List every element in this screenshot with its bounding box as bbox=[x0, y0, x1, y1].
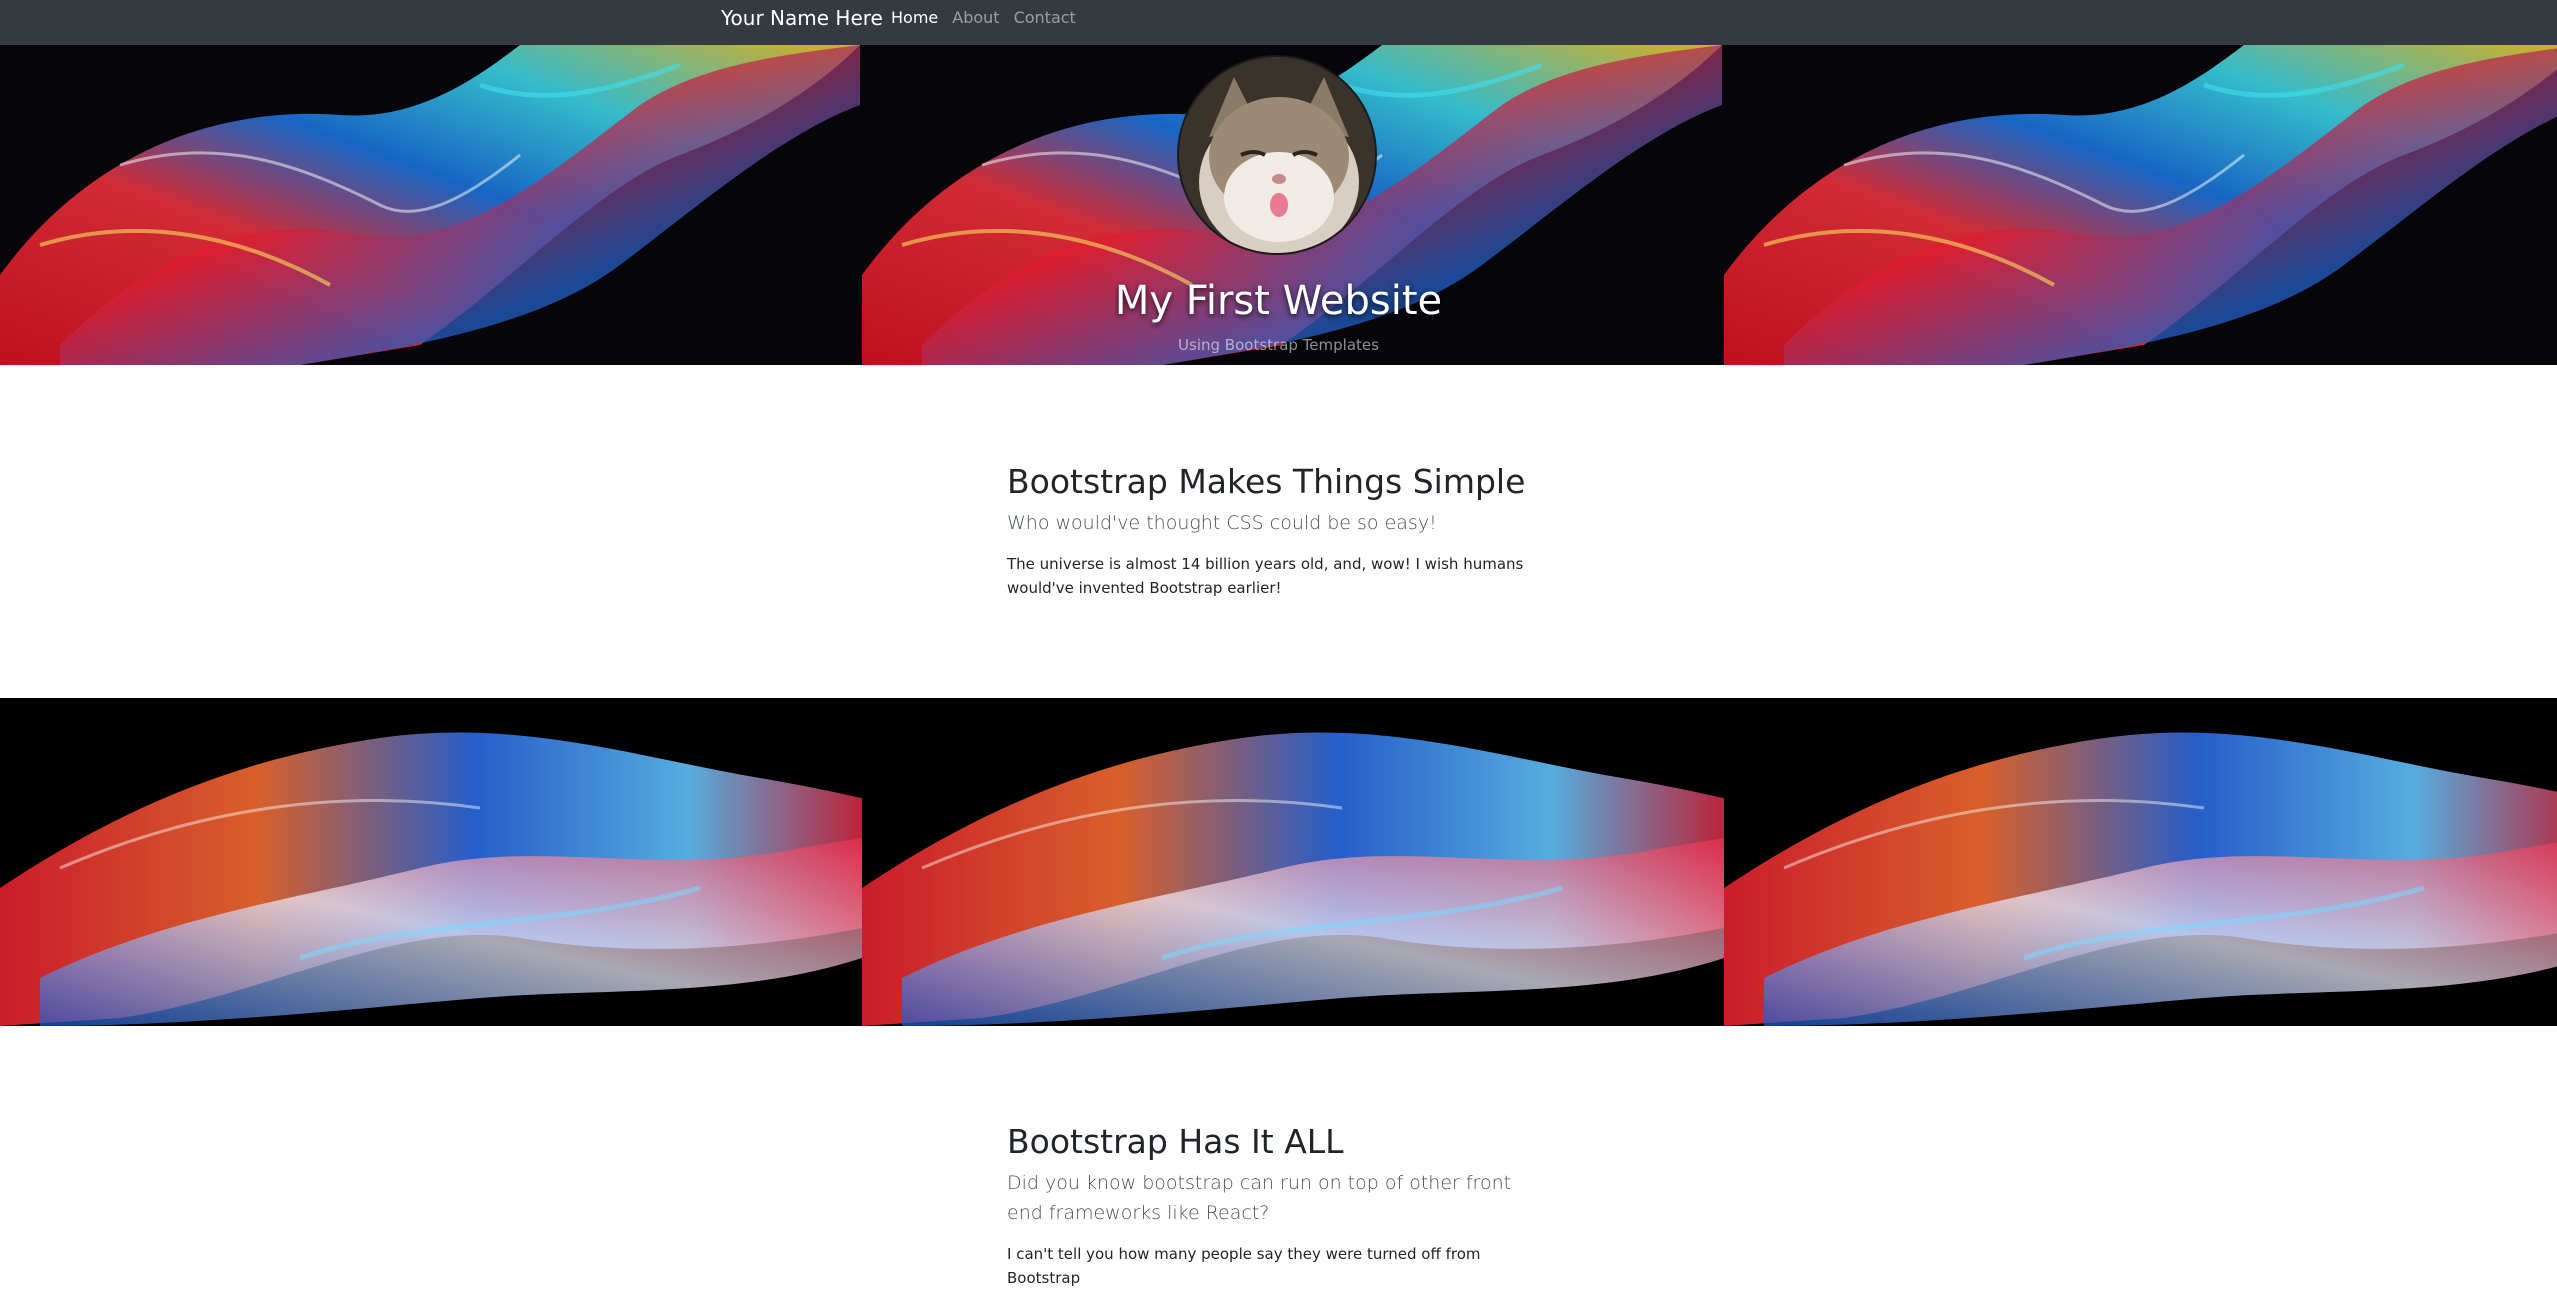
cat-image bbox=[1179, 57, 1375, 253]
divider-banner bbox=[0, 698, 2557, 1026]
section-body: The universe is almost 14 billion years … bbox=[1007, 555, 1524, 597]
nav-links: Home About Contact bbox=[891, 8, 1090, 28]
hero-title: My First Website bbox=[1114, 278, 1443, 324]
hero-subtitle: Using Bootstrap Templates bbox=[1178, 336, 1379, 354]
section-heading: Bootstrap Makes Things Simple bbox=[1007, 462, 1526, 501]
nav-link-about[interactable]: About bbox=[952, 8, 999, 28]
section-heading: Bootstrap Has It ALL bbox=[1007, 1122, 1344, 1161]
nav-link-home[interactable]: Home bbox=[891, 8, 938, 28]
navbar-brand[interactable]: Your Name Here bbox=[721, 6, 883, 30]
top-navbar: Your Name Here Home About Contact bbox=[0, 0, 2557, 45]
profile-avatar bbox=[1177, 55, 1377, 255]
section-has-it-all: Bootstrap Has It ALL Did you know bootst… bbox=[1007, 1122, 1547, 1290]
divider-background-art bbox=[0, 698, 2557, 1026]
section-simple: Bootstrap Makes Things Simple Who would'… bbox=[1007, 462, 1547, 600]
section-lead: Who would've thought CSS could be so eas… bbox=[1007, 512, 1437, 534]
nav-link-contact[interactable]: Contact bbox=[1014, 8, 1076, 28]
section-lead: Did you know bootstrap can run on top of… bbox=[1007, 1172, 1512, 1224]
section-body: I can't tell you how many people say the… bbox=[1007, 1245, 1481, 1287]
hero-banner: My First Website Using Bootstrap Templat… bbox=[0, 45, 2557, 365]
